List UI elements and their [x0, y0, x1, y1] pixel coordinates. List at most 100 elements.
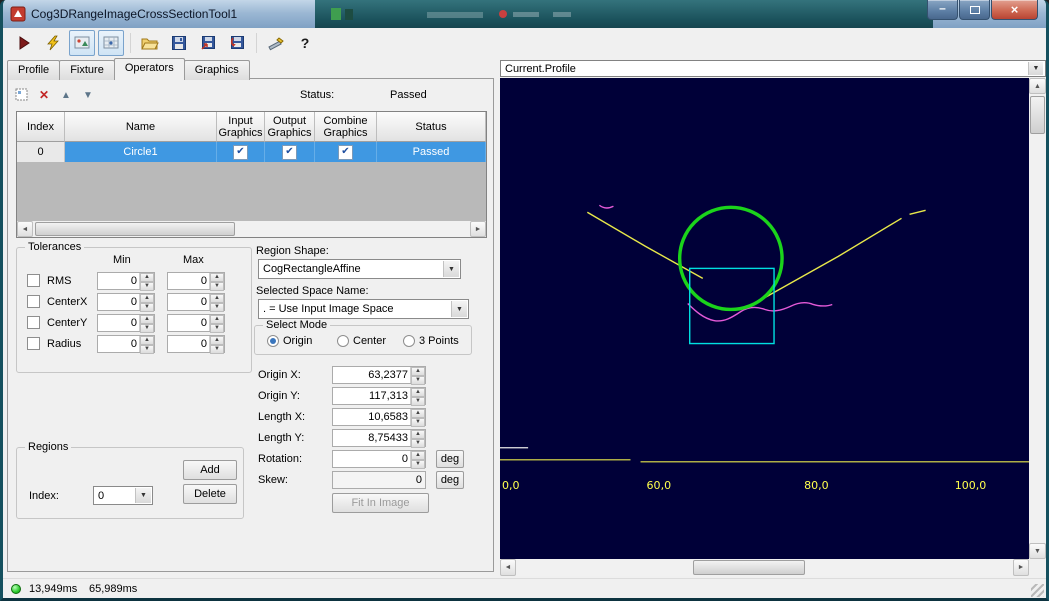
fit-in-image-button[interactable]: Fit In Image [332, 493, 429, 513]
spin-down-icon[interactable]: ▼ [210, 282, 224, 291]
scroll-right-button[interactable]: ► [470, 221, 486, 237]
checkbox-output-graphics[interactable]: ✔ [282, 145, 297, 160]
profile-display[interactable]: 0,0 60,0 80,0 100,0 [500, 78, 1029, 559]
spin-down-icon[interactable]: ▼ [210, 345, 224, 354]
scroll-right-button[interactable]: ► [1013, 559, 1029, 576]
radius-min-spinner[interactable]: ▲▼ [97, 335, 155, 353]
scroll-left-button[interactable]: ◄ [17, 221, 33, 237]
length-x-input[interactable] [333, 409, 410, 425]
region-shape-dropdown[interactable]: CogRectangleAffine ▼ [258, 259, 461, 279]
radius-checkbox[interactable] [27, 337, 40, 350]
spin-up-icon[interactable]: ▲ [411, 367, 425, 376]
cell-input-graphics[interactable]: ✔ [217, 142, 265, 162]
skew-field[interactable] [332, 471, 426, 489]
col-header-input-graphics[interactable]: Input Graphics [217, 112, 265, 142]
grid-hscroll-thumb[interactable] [35, 222, 235, 236]
rms-checkbox[interactable] [27, 274, 40, 287]
spin-up-icon[interactable]: ▲ [210, 315, 224, 324]
delete-operator-button[interactable]: ✕ [34, 85, 54, 105]
checkbox-combine-graphics[interactable]: ✔ [338, 145, 353, 160]
close-button[interactable]: × [991, 0, 1038, 20]
cell-status[interactable]: Passed [377, 142, 486, 162]
spin-down-icon[interactable]: ▼ [411, 376, 425, 385]
display-hscroll-thumb[interactable] [693, 560, 805, 575]
checkbox-input-graphics[interactable]: ✔ [233, 145, 248, 160]
centerx-checkbox[interactable] [27, 295, 40, 308]
rms-min-input[interactable] [98, 273, 139, 289]
centerx-max-spinner[interactable]: ▲▼ [167, 293, 225, 311]
spin-up-icon[interactable]: ▲ [411, 451, 425, 460]
run-button[interactable] [11, 30, 37, 56]
origin-x-spinner[interactable]: ▲▼ [332, 366, 426, 384]
spin-up-icon[interactable]: ▲ [140, 294, 154, 303]
origin-y-input[interactable] [333, 388, 410, 404]
scroll-left-button[interactable]: ◄ [500, 559, 516, 576]
spin-up-icon[interactable]: ▲ [140, 315, 154, 324]
radius-max-input[interactable] [168, 336, 209, 352]
scroll-up-button[interactable]: ▲ [1029, 78, 1046, 94]
centery-max-spinner[interactable]: ▲▼ [167, 314, 225, 332]
centery-min-input[interactable] [98, 315, 139, 331]
tab-profile[interactable]: Profile [7, 60, 60, 80]
spin-up-icon[interactable]: ▲ [411, 430, 425, 439]
spin-up-icon[interactable]: ▲ [411, 388, 425, 397]
length-x-spinner[interactable]: ▲▼ [332, 408, 426, 426]
cell-name[interactable]: Circle1 [65, 142, 217, 162]
display-hscrollbar[interactable]: ◄ ► [500, 559, 1029, 576]
help-button[interactable]: ? [292, 30, 318, 56]
open-button[interactable] [137, 30, 163, 56]
col-header-name[interactable]: Name [65, 112, 217, 142]
minimize-button[interactable]: – [927, 0, 958, 20]
region-index-dropdown[interactable]: 0 ▼ [93, 486, 153, 505]
spin-down-icon[interactable]: ▼ [140, 324, 154, 333]
electrode-run-button[interactable] [40, 30, 66, 56]
centerx-max-input[interactable] [168, 294, 209, 310]
spin-down-icon[interactable]: ▼ [140, 282, 154, 291]
scroll-down-button[interactable]: ▼ [1029, 543, 1046, 559]
center-radio[interactable] [337, 335, 349, 347]
rms-min-spinner[interactable]: ▲▼ [97, 272, 155, 290]
radius-max-spinner[interactable]: ▲▼ [167, 335, 225, 353]
length-y-input[interactable] [333, 430, 410, 446]
origin-radio[interactable] [267, 335, 279, 347]
col-header-status[interactable]: Status [377, 112, 486, 142]
tool-edit-button[interactable] [263, 30, 289, 56]
col-header-index[interactable]: Index [17, 112, 65, 142]
save-button[interactable] [166, 30, 192, 56]
move-up-button[interactable]: ▲ [56, 85, 76, 105]
spin-up-icon[interactable]: ▲ [411, 409, 425, 418]
centerx-min-spinner[interactable]: ▲▼ [97, 293, 155, 311]
spin-up-icon[interactable]: ▲ [210, 294, 224, 303]
skew-input[interactable] [333, 472, 425, 488]
grid-hscrollbar[interactable]: ◄ ► [17, 221, 486, 237]
maximize-button[interactable] [959, 0, 990, 20]
save-as-button[interactable] [195, 30, 221, 56]
display-vscroll-thumb[interactable] [1030, 96, 1045, 134]
spin-down-icon[interactable]: ▼ [210, 324, 224, 333]
cell-combine-graphics[interactable]: ✔ [315, 142, 377, 162]
spin-down-icon[interactable]: ▼ [140, 303, 154, 312]
spin-up-icon[interactable]: ▲ [140, 336, 154, 345]
new-operator-button[interactable] [12, 85, 32, 105]
origin-x-input[interactable] [333, 367, 410, 383]
centery-checkbox[interactable] [27, 316, 40, 329]
skew-deg-button[interactable]: deg [436, 471, 464, 489]
cell-output-graphics[interactable]: ✔ [265, 142, 315, 162]
length-y-spinner[interactable]: ▲▼ [332, 429, 426, 447]
rotation-deg-button[interactable]: deg [436, 450, 464, 468]
image-view-toggle-b[interactable] [98, 30, 124, 56]
three-points-radio[interactable] [403, 335, 415, 347]
space-name-dropdown[interactable]: . = Use Input Image Space ▼ [258, 299, 469, 319]
col-header-output-graphics[interactable]: Output Graphics [265, 112, 315, 142]
spin-up-icon[interactable]: ▲ [210, 273, 224, 282]
table-row[interactable]: 0 Circle1 ✔ ✔ ✔ Passed [17, 142, 486, 162]
rms-max-input[interactable] [168, 273, 209, 289]
tab-graphics[interactable]: Graphics [184, 60, 250, 80]
spin-down-icon[interactable]: ▼ [411, 439, 425, 448]
move-down-button[interactable]: ▼ [78, 85, 98, 105]
spin-down-icon[interactable]: ▼ [210, 303, 224, 312]
radius-min-input[interactable] [98, 336, 139, 352]
resize-grip[interactable] [1031, 584, 1044, 597]
spin-up-icon[interactable]: ▲ [210, 336, 224, 345]
spin-down-icon[interactable]: ▼ [411, 397, 425, 406]
